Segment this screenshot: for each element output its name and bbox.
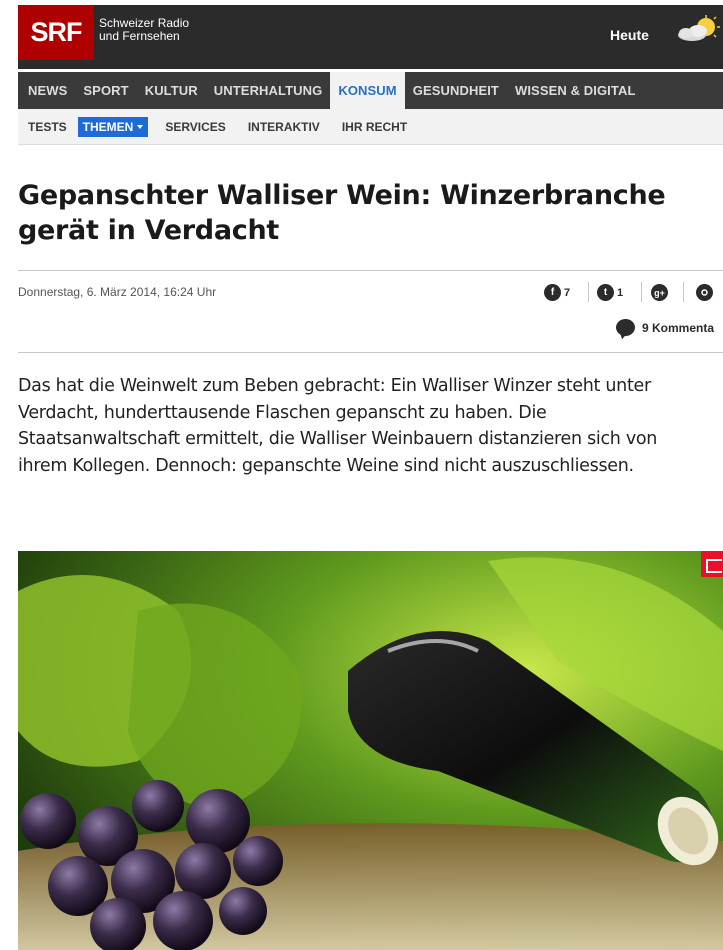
brand-line-2: und Fernsehen [99,29,180,43]
chevron-down-icon [137,124,144,129]
sub-nav: TESTS THEMEN SERVICES INTERAKTIV IHR REC… [18,109,723,145]
googleplus-share[interactable]: g+ [651,284,668,301]
divider [18,352,723,353]
srf-logo[interactable]: SRF [18,5,94,60]
subnav-tests[interactable]: TESTS [18,120,78,134]
gallery-icon[interactable] [701,551,723,577]
twitter-count: 1 [617,286,624,299]
facebook-count: 7 [564,286,571,299]
heute-label[interactable]: Heute [610,27,649,43]
nav-news[interactable]: NEWS [18,72,75,109]
nav-unterhaltung[interactable]: UNTERHALTUNG [206,72,331,109]
subnav-interaktiv[interactable]: INTERAKTIV [237,120,331,134]
divider [683,282,684,302]
nav-gesundheit[interactable]: GESUNDHEIT [405,72,507,109]
comment-icon [616,319,635,336]
article-title: Gepanschter Walliser Wein: Winzerbranche… [18,180,666,246]
twitter-icon: t [597,284,614,301]
facebook-share[interactable]: f 7 [544,284,570,301]
brand-name: Schweizer Radio und Fernsehen [99,17,189,43]
more-share[interactable] [696,284,713,301]
nav-wissen-digital[interactable]: WISSEN & DIGITAL [507,72,644,109]
nav-sport[interactable]: SPORT [75,72,136,109]
hero-image[interactable] [18,551,723,950]
googleplus-icon: g+ [651,284,668,301]
twitter-share[interactable]: t 1 [597,284,623,301]
article-lead: Das hat die Weinwelt zum Beben gebracht:… [18,376,658,476]
site-header: SRF Schweizer Radio und Fernsehen Heute [18,5,723,69]
share-icon [696,284,713,301]
divider [18,270,723,271]
nav-konsum[interactable]: KONSUM [330,72,405,109]
weather-icon[interactable] [676,15,721,45]
article-date: Donnerstag, 6. März 2014, 16:24 Uhr [18,285,217,299]
comments-count: 9 Kommenta [642,320,715,335]
main-nav: NEWS SPORT KULTUR UNTERHALTUNG KONSUM GE… [18,72,723,109]
facebook-icon: f [544,284,561,301]
subnav-services[interactable]: SERVICES [154,120,236,134]
subnav-themen[interactable]: THEMEN [77,116,149,137]
divider [588,282,589,302]
nav-kultur[interactable]: KULTUR [137,72,206,109]
divider [641,282,642,302]
comments-link[interactable]: 9 Kommenta [616,319,714,336]
subnav-ihr-recht[interactable]: IHR RECHT [331,120,418,134]
subnav-themen-label: THEMEN [82,119,134,134]
